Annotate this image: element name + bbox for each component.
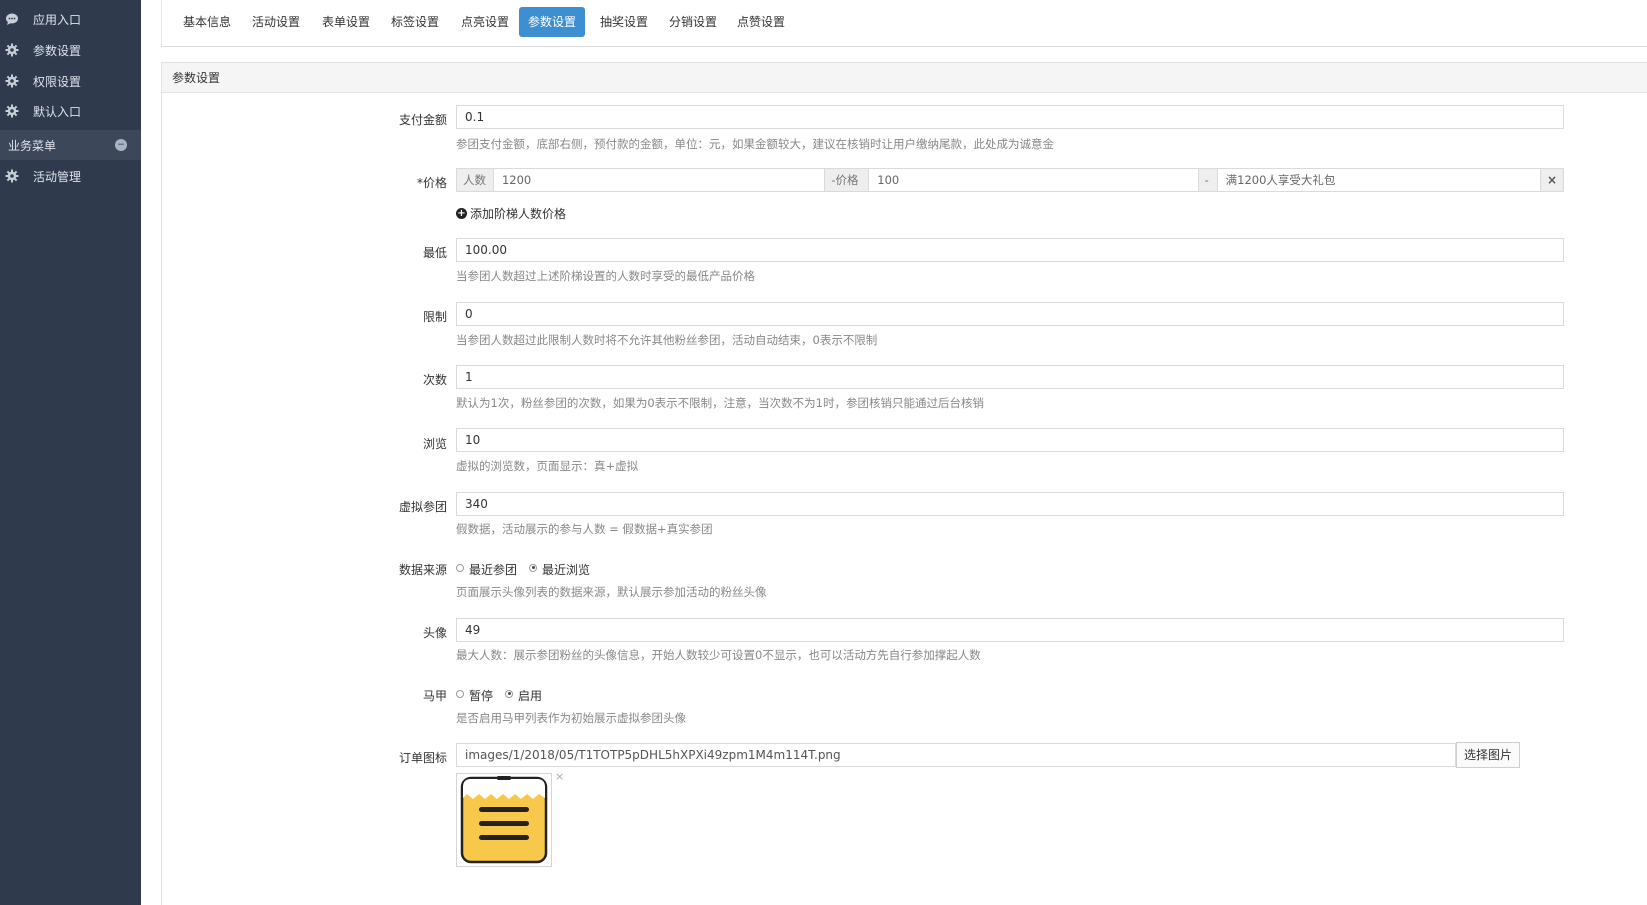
limit-input[interactable]: 0 [456, 302, 1564, 326]
order-icon-path-input[interactable]: images/1/2018/05/T1TOTP5pDHL5hXPXi49zpm1… [456, 743, 1456, 767]
times-help: 默认为1次，粉丝参团的次数，如果为0表示不限制，注意，当次数不为1时，参团核销只… [456, 396, 984, 410]
tab-param-settings[interactable]: 参数设置 [519, 7, 586, 37]
sidebar-item-label: 参数设置 [33, 43, 82, 58]
radio-recent-join[interactable] [456, 563, 464, 572]
virtual-join-help: 假数据，活动展示的参与人数 = 假数据+真实参团 [456, 522, 713, 536]
avatar-count-input[interactable]: 49 [456, 618, 1564, 642]
sidebar-section-label: 业务菜单 [8, 138, 57, 153]
select-image-button[interactable]: 选择图片 [1456, 742, 1520, 768]
radio-enable[interactable] [505, 689, 514, 698]
tab-distribution-settings[interactable]: 分销设置 [660, 7, 726, 37]
price-tier-group: 人数 1200 -价格 100 - 满1200人享受大礼包 × [456, 168, 1564, 192]
sidebar-item-label: 应用入口 [33, 12, 82, 27]
tier-price-input[interactable]: 100 [869, 169, 1199, 191]
sidebar-item-param-settings[interactable]: 参数设置 [0, 35, 141, 65]
people-addon: 人数 [457, 169, 494, 191]
tab-activity-settings[interactable]: 活动设置 [243, 7, 309, 37]
price-addon: -价格 [825, 169, 870, 191]
radio-pause-label[interactable]: 暂停 [469, 687, 493, 704]
gear-icon [5, 104, 19, 118]
virtual-join-input[interactable]: 340 [456, 492, 1564, 516]
desc-addon: - [1198, 169, 1218, 191]
order-icon-label: 订单图标 [398, 751, 447, 765]
sidebar-item-label: 权限设置 [33, 74, 82, 89]
limit-label: 限制 [422, 310, 447, 324]
times-input[interactable]: 1 [456, 365, 1564, 389]
order-icon-thumbnail [456, 773, 552, 867]
tab-light-settings[interactable]: 点亮设置 [452, 7, 518, 37]
sidebar: 应用入口 参数设置 权限设置 默认入口 业务菜单 − 活动管理 [0, 0, 141, 905]
data-source-label: 数据来源 [398, 563, 447, 577]
tab-form-settings[interactable]: 表单设置 [313, 7, 379, 37]
pay-amount-label: 支付金额 [398, 113, 447, 127]
tab-lottery-settings[interactable]: 抽奖设置 [591, 7, 657, 37]
remove-tier-button[interactable]: × [1541, 169, 1563, 191]
collapse-icon[interactable]: − [115, 139, 127, 151]
sidebar-section-business-menu[interactable]: 业务菜单 − [0, 130, 141, 160]
gear-icon [5, 43, 19, 57]
radio-pause[interactable] [456, 689, 464, 698]
avatar-label: 头像 [422, 626, 447, 640]
add-tier-button[interactable]: + 添加阶梯人数价格 [456, 205, 566, 222]
limit-help: 当参团人数超过此限制人数时将不允许其他粉丝参团，活动自动结束，0表示不限制 [456, 333, 878, 347]
radio-recent-join-label[interactable]: 最近参团 [469, 561, 517, 578]
vest-help: 是否启用马甲列表作为初始展示虚拟参团头像 [456, 711, 686, 725]
tier-desc-input[interactable]: 满1200人享受大礼包 [1218, 169, 1542, 191]
settings-tabs: 基本信息 活动设置 表单设置 标签设置 点亮设置 参数设置 抽奖设置 分销设置 … [161, 0, 1647, 47]
price-label: *价格 [416, 176, 447, 190]
tab-basic-info[interactable]: 基本信息 [174, 7, 240, 37]
sidebar-item-activity-management[interactable]: 活动管理 [0, 161, 141, 191]
sidebar-item-label: 默认入口 [33, 104, 82, 119]
chat-icon [5, 12, 19, 26]
views-help: 虚拟的浏览数，页面显示：真+虚拟 [456, 459, 639, 473]
sidebar-item-app-entry[interactable]: 应用入口 [0, 4, 141, 34]
avatar-help: 最大人数：展示参团粉丝的头像信息，开始人数较少可设置0不显示，也可以活动方先自行… [456, 648, 981, 662]
gear-icon [5, 74, 19, 88]
panel-title: 参数设置 [162, 63, 1647, 93]
views-input[interactable]: 10 [456, 428, 1564, 452]
notepad-icon [460, 776, 548, 864]
data-source-help: 页面展示头像列表的数据来源，默认展示参加活动的粉丝头像 [456, 585, 767, 599]
remove-image-icon[interactable]: × [555, 770, 564, 783]
radio-recent-view[interactable] [529, 563, 538, 572]
vest-label: 马甲 [422, 689, 447, 703]
views-label: 浏览 [422, 437, 447, 451]
pay-amount-input[interactable]: 0.1 [456, 105, 1564, 129]
tab-like-settings[interactable]: 点赞设置 [728, 7, 794, 37]
times-label: 次数 [422, 373, 447, 387]
radio-enable-label[interactable]: 启用 [518, 687, 542, 704]
sidebar-item-label: 活动管理 [33, 169, 82, 184]
people-count-input[interactable]: 1200 [494, 169, 826, 191]
min-price-label: 最低 [422, 246, 447, 260]
sidebar-item-default-entry[interactable]: 默认入口 [0, 96, 141, 126]
param-settings-panel: 参数设置 支付金额 0.1 参团支付金额，底部右侧，预付款的金额，单位：元，如果… [161, 62, 1647, 905]
min-price-input[interactable]: 100.00 [456, 238, 1564, 262]
data-source-radio-group: 最近参团 最近浏览 [456, 561, 602, 578]
plus-circle-icon: + [456, 208, 467, 219]
pay-amount-help: 参团支付金额，底部右侧，预付款的金额，单位：元，如果金额较大，建议在核销时让用户… [456, 137, 1054, 151]
vest-radio-group: 暂停 启用 [456, 687, 554, 704]
virtual-join-label: 虚拟参团 [398, 500, 447, 514]
sidebar-item-permission-settings[interactable]: 权限设置 [0, 66, 141, 96]
radio-recent-view-label[interactable]: 最近浏览 [542, 561, 590, 578]
tab-tag-settings[interactable]: 标签设置 [382, 7, 448, 37]
add-tier-label: 添加阶梯人数价格 [470, 207, 567, 221]
min-price-help: 当参团人数超过上述阶梯设置的人数时享受的最低产品价格 [456, 269, 755, 283]
gear-icon [5, 169, 19, 183]
